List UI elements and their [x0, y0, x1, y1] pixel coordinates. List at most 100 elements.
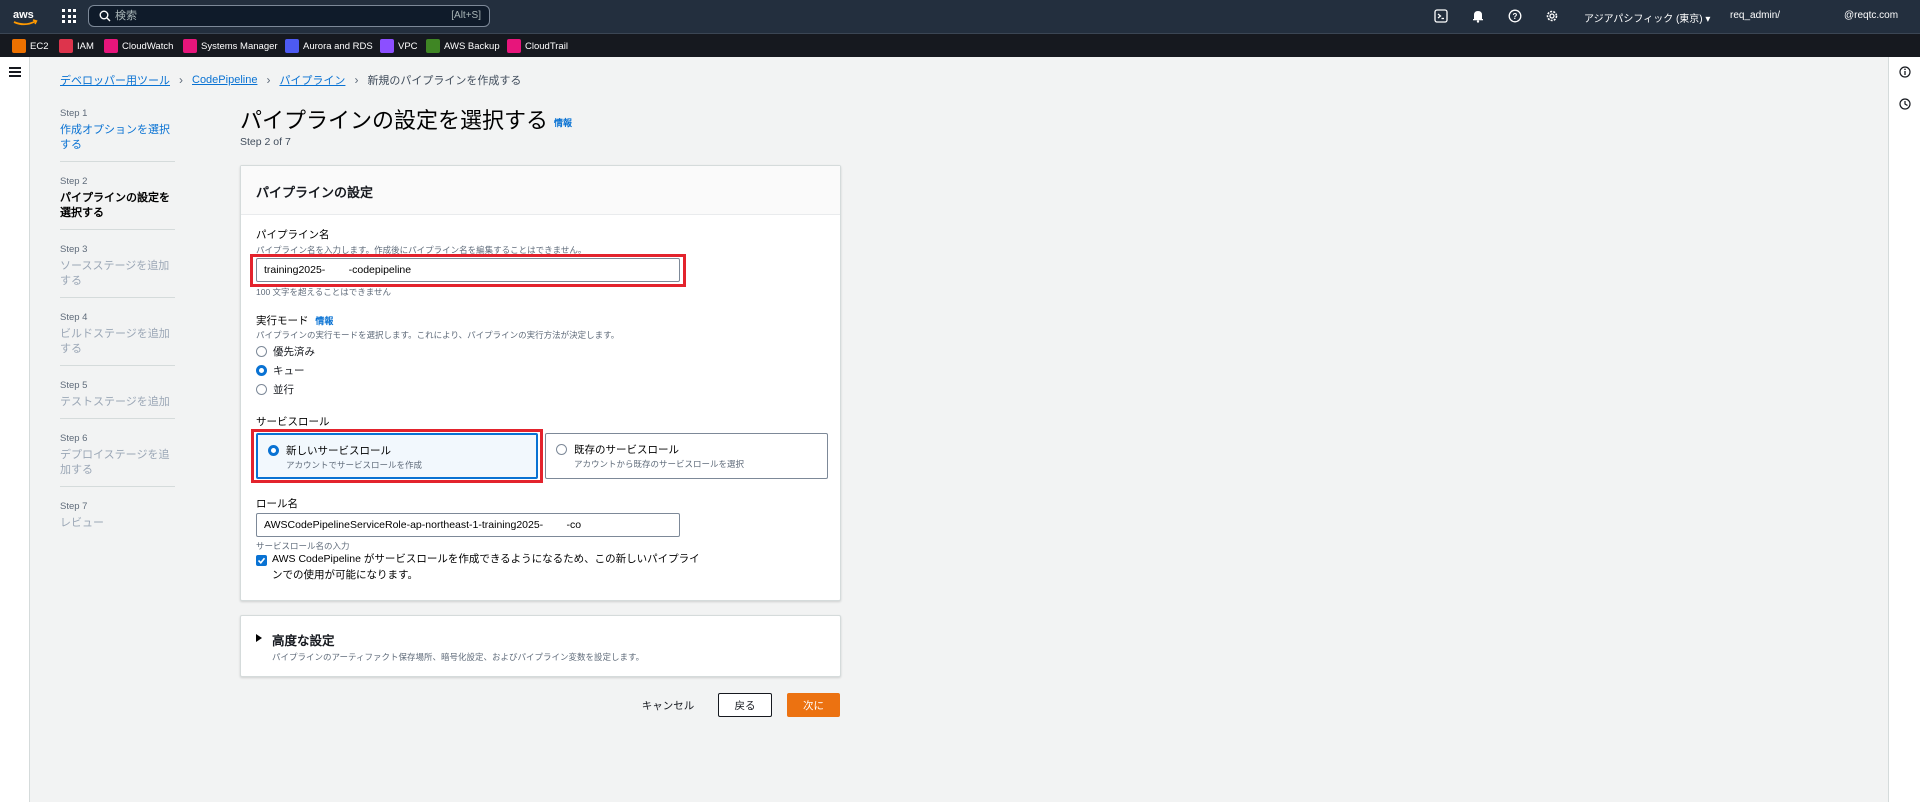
- mode-queued-radio[interactable]: キュー: [256, 363, 305, 378]
- step-number: Step 2: [60, 176, 88, 187]
- search-input[interactable]: [115, 8, 415, 24]
- favorite-ec2[interactable]: EC2: [12, 38, 48, 54]
- cloudwatch-service-icon: [104, 39, 118, 53]
- aws-logo[interactable]: aws: [12, 6, 38, 28]
- execution-mode-label: 実行モード 情報: [256, 313, 333, 328]
- vpc-service-icon: [380, 39, 394, 53]
- cancel-button[interactable]: キャンセル: [630, 693, 706, 717]
- favorite-cloudwatch[interactable]: CloudWatch: [104, 38, 173, 54]
- favorite-systems-manager[interactable]: Systems Manager: [183, 38, 278, 54]
- breadcrumb: デベロッパー用ツール › CodePipeline › パイプライン › 新規の…: [60, 72, 521, 88]
- radio-button-selected[interactable]: [256, 365, 267, 376]
- highlight-box: [251, 429, 543, 483]
- step-number: Step 3: [60, 244, 88, 255]
- wizard-step-3: Step 3 ソースステージを追加する: [60, 244, 178, 298]
- role-name-label: ロール名: [256, 498, 298, 510]
- radio-label: 優先済み: [273, 346, 315, 358]
- mode-superseded-radio[interactable]: 優先済み: [256, 344, 315, 359]
- cloudtrail-service-icon: [507, 39, 521, 53]
- favorite-aurora-rds[interactable]: Aurora and RDS: [285, 38, 373, 54]
- favorite-label: VPC: [398, 40, 418, 52]
- feedback-icon[interactable]: [1899, 98, 1911, 110]
- systems-manager-service-icon: [183, 39, 197, 53]
- existing-service-role-tile[interactable]: 既存のサービスロール アカウントから既存のサービスロールを選択: [545, 433, 828, 479]
- favorites-bar: EC2 IAM CloudWatch Systems Manager Auror…: [0, 33, 1920, 57]
- pipeline-settings-panel: パイプラインの設定 パイプライン名 パイプライン名を入力します。作成後にパイプラ…: [240, 165, 841, 601]
- allow-role-text: AWS CodePipeline がサービスロールを作成できるようになるため、こ…: [272, 553, 700, 581]
- radio-button[interactable]: [256, 346, 267, 357]
- svg-text:?: ?: [1513, 12, 1518, 21]
- step-number: Step 4: [60, 312, 88, 323]
- radio-button[interactable]: [256, 384, 267, 395]
- favorite-cloudtrail[interactable]: CloudTrail: [507, 38, 568, 54]
- panel-header: パイプラインの設定: [241, 166, 840, 215]
- chevron-right-icon: ›: [179, 73, 183, 87]
- back-button[interactable]: 戻る: [718, 693, 772, 717]
- mode-parallel-radio[interactable]: 並行: [256, 382, 294, 397]
- allow-role-checkbox[interactable]: [256, 555, 267, 566]
- breadcrumb-pipelines[interactable]: パイプライン: [279, 72, 345, 88]
- execution-mode-info-link[interactable]: 情報: [315, 316, 333, 326]
- region-selector[interactable]: アジアパシフィック (東京) ▾: [1584, 10, 1710, 25]
- step-divider: [60, 365, 175, 366]
- step-divider: [60, 418, 175, 419]
- search-shortcut: [Alt+S]: [451, 10, 481, 21]
- top-navigation: aws [Alt+S] ? アジアパシフィック (東京) ▾ req_admin…: [0, 0, 1920, 33]
- tile-title: 既存のサービスロール: [574, 444, 679, 456]
- favorite-label: Systems Manager: [201, 40, 278, 52]
- step-link-choose-option[interactable]: 作成オプションを選択する: [60, 123, 178, 153]
- ec2-service-icon: [12, 39, 26, 53]
- account-domain[interactable]: @reqtc.com: [1844, 10, 1898, 21]
- radio-label: キュー: [273, 365, 305, 377]
- caret-right-icon[interactable]: [256, 634, 262, 642]
- notifications-bell-icon[interactable]: [1471, 9, 1485, 23]
- favorite-label: EC2: [30, 40, 49, 52]
- services-menu-icon[interactable]: [62, 9, 76, 23]
- wizard-step-1: Step 1 作成オプションを選択する: [60, 108, 178, 162]
- radio-button[interactable]: [556, 444, 567, 455]
- cloudshell-icon[interactable]: [1434, 9, 1448, 23]
- info-panel-icon[interactable]: [1899, 66, 1911, 78]
- step-divider: [60, 161, 175, 162]
- step-indicator: Step 2 of 7: [240, 136, 291, 148]
- wizard-step-6: Step 6 デプロイステージを追加する: [60, 433, 178, 487]
- rds-service-icon: [285, 39, 299, 53]
- menu-hamburger-icon[interactable]: [9, 67, 21, 77]
- favorite-label: Aurora and RDS: [303, 40, 373, 52]
- wizard-step-2: Step 2 パイプラインの設定を選択する: [60, 176, 178, 230]
- side-navigation-rail: [0, 57, 30, 802]
- settings-gear-icon[interactable]: [1545, 9, 1559, 23]
- tile-description: アカウントから既存のサービスロールを選択: [574, 459, 745, 469]
- step-number: Step 1: [60, 108, 88, 119]
- wizard-step-4: Step 4 ビルドステージを追加する: [60, 312, 178, 366]
- search-bar[interactable]: [Alt+S]: [88, 5, 490, 27]
- advanced-settings-section: 高度な設定 パイプラインのアーティファクト保存場所、暗号化設定、およびパイプライ…: [240, 615, 841, 677]
- execution-mode-description: パイプラインの実行モードを選択します。これにより、パイプラインの実行方法が決定し…: [256, 330, 620, 340]
- info-link[interactable]: 情報: [554, 118, 572, 128]
- favorite-label: CloudWatch: [122, 40, 174, 52]
- favorite-label: AWS Backup: [444, 40, 500, 52]
- breadcrumb-developer-tools[interactable]: デベロッパー用ツール: [60, 72, 170, 88]
- advanced-settings-toggle[interactable]: 高度な設定: [272, 630, 335, 649]
- favorite-iam[interactable]: IAM: [59, 38, 94, 54]
- breadcrumb-codepipeline[interactable]: CodePipeline: [192, 74, 257, 86]
- favorite-label: CloudTrail: [525, 40, 568, 52]
- iam-service-icon: [59, 39, 73, 53]
- page-title: パイプラインの設定を選択する 情報: [240, 103, 572, 135]
- role-name-input[interactable]: [256, 513, 680, 537]
- favorite-aws-backup[interactable]: AWS Backup: [426, 38, 500, 54]
- radio-label: 並行: [273, 384, 294, 396]
- execution-mode-label-text: 実行モード: [256, 315, 309, 327]
- favorite-vpc[interactable]: VPC: [380, 38, 418, 54]
- pipeline-name-constraint: 100 文字を超えることはできません: [256, 287, 392, 297]
- service-role-label: サービスロール: [256, 416, 330, 428]
- help-icon[interactable]: ?: [1508, 9, 1522, 23]
- account-menu[interactable]: req_admin/: [1730, 10, 1780, 21]
- next-button[interactable]: 次に: [787, 693, 840, 717]
- step-divider: [60, 297, 175, 298]
- panel-title: パイプラインの設定: [256, 185, 374, 200]
- step-add-source: ソースステージを追加する: [60, 260, 170, 287]
- step-review: レビュー: [60, 517, 104, 529]
- step-add-test: テストステージを追加: [60, 396, 170, 408]
- step-number: Step 6: [60, 433, 88, 444]
